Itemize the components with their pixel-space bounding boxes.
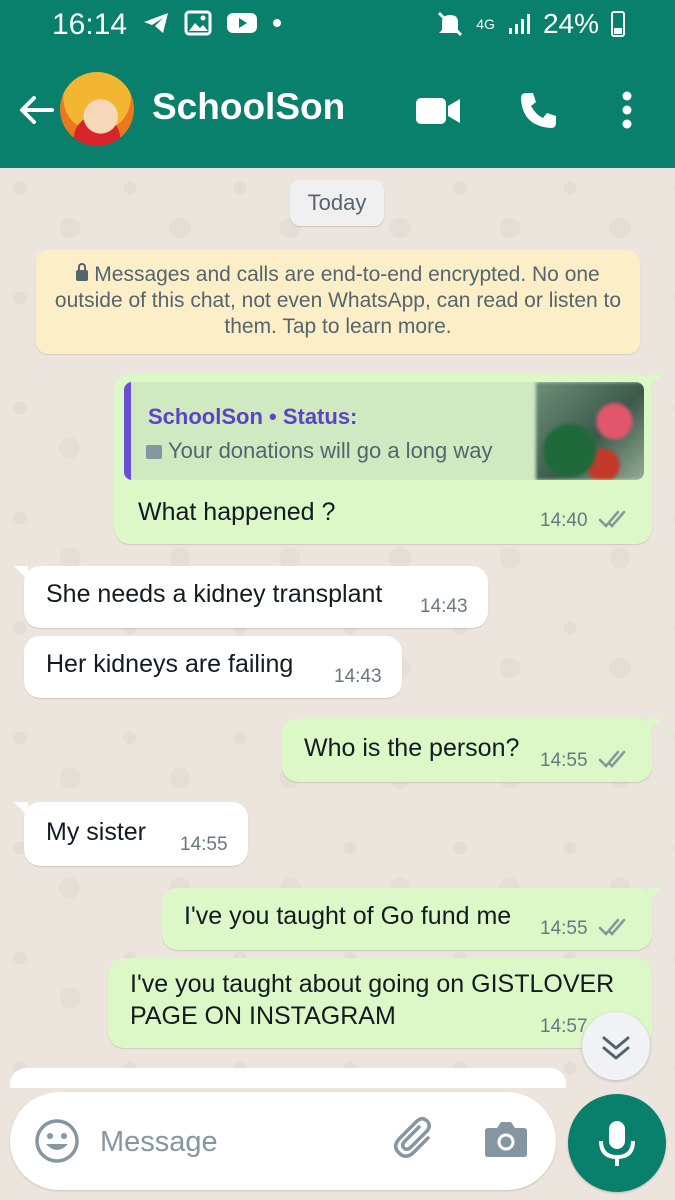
message-text: Who is the person? bbox=[304, 734, 520, 762]
message-time: 14:43 bbox=[420, 596, 468, 617]
bubble-tail bbox=[648, 718, 662, 732]
message-text-line-1: I've you taught about going on GISTLOVER bbox=[130, 970, 615, 998]
mute-icon bbox=[438, 11, 463, 37]
message-input[interactable] bbox=[98, 1116, 372, 1168]
message-time: 14:57 bbox=[540, 1016, 588, 1037]
double-chevron-down-icon bbox=[602, 1036, 630, 1060]
status-thumbnail bbox=[536, 382, 644, 480]
message-bubble-outgoing[interactable]: Who is the person? 14:55 bbox=[282, 718, 662, 782]
status-bar: 16:14 4G 24% bbox=[0, 0, 675, 52]
video-call-icon[interactable] bbox=[416, 96, 460, 126]
quote-sender: SchoolSon • Status: bbox=[148, 404, 358, 429]
message-time: 14:43 bbox=[334, 666, 382, 687]
back-arrow-icon[interactable] bbox=[16, 90, 56, 130]
telegram-icon bbox=[144, 13, 168, 33]
youtube-icon bbox=[227, 13, 257, 33]
message-bubble-incoming-partial[interactable] bbox=[10, 1068, 566, 1088]
message-composer bbox=[10, 1092, 556, 1190]
chat-header: SchoolSon bbox=[0, 52, 675, 168]
camera-icon[interactable] bbox=[484, 1120, 528, 1158]
chat-area[interactable]: Today Messages and calls are end-to-end … bbox=[0, 168, 675, 1088]
read-ticks-icon bbox=[598, 510, 626, 528]
more-options-icon[interactable] bbox=[620, 90, 634, 130]
bubble-tail bbox=[648, 374, 662, 388]
read-ticks-icon bbox=[598, 918, 626, 936]
message-text: Her kidneys are failing bbox=[46, 650, 294, 678]
message-bubble-incoming[interactable]: My sister 14:55 bbox=[14, 802, 248, 866]
message-bubble-outgoing[interactable]: I've you taught of Go fund me 14:55 bbox=[162, 888, 662, 950]
message-bubble-outgoing[interactable]: I've you taught about going on GISTLOVER… bbox=[108, 958, 652, 1048]
scroll-to-bottom-button[interactable] bbox=[582, 1012, 650, 1080]
status-reply-quote[interactable]: SchoolSon • Status: Your donations will … bbox=[124, 382, 644, 480]
signal-icon bbox=[508, 14, 530, 34]
mic-button[interactable] bbox=[568, 1094, 666, 1192]
encryption-notice-text: Messages and calls are end-to-end encryp… bbox=[54, 263, 622, 338]
message-time: 14:55 bbox=[540, 750, 588, 771]
message-text-line-2: PAGE ON INSTAGRAM bbox=[130, 1002, 396, 1030]
battery-percent: 24% bbox=[542, 8, 599, 39]
microphone-icon bbox=[599, 1121, 635, 1166]
quote-accent-bar bbox=[124, 382, 131, 480]
message-bubble-incoming[interactable]: Her kidneys are failing 14:43 bbox=[24, 636, 402, 698]
lock-icon bbox=[76, 263, 89, 281]
quote-caption: Your donations will go a long way bbox=[146, 438, 493, 464]
date-chip: Today bbox=[290, 180, 384, 226]
image-icon bbox=[146, 445, 162, 459]
contact-name[interactable]: SchoolSon bbox=[152, 86, 345, 128]
encryption-notice[interactable]: Messages and calls are end-to-end encryp… bbox=[36, 250, 640, 354]
emoji-icon[interactable] bbox=[34, 1118, 80, 1164]
message-time: 14:40 bbox=[540, 510, 588, 531]
avatar[interactable] bbox=[60, 72, 134, 146]
message-time: 14:55 bbox=[180, 834, 228, 855]
notification-icons bbox=[142, 10, 282, 36]
network-label: 4G bbox=[476, 16, 495, 32]
quote-caption-text: Your donations will go a long way bbox=[168, 438, 493, 463]
message-time: 14:55 bbox=[540, 918, 588, 939]
message-bubble-outgoing[interactable]: SchoolSon • Status: Your donations will … bbox=[114, 374, 662, 544]
battery-icon bbox=[611, 11, 625, 37]
message-bubble-incoming[interactable]: She needs a kidney transplant 14:43 bbox=[14, 566, 488, 628]
bubble-tail bbox=[14, 802, 28, 816]
dot-icon bbox=[273, 19, 281, 27]
message-text: I've you taught of Go fund me bbox=[184, 902, 512, 930]
status-time: 16:14 bbox=[52, 8, 128, 41]
read-ticks-icon bbox=[598, 750, 626, 768]
message-text: What happened ? bbox=[138, 498, 336, 526]
voice-call-icon[interactable] bbox=[518, 90, 558, 130]
gallery-icon bbox=[184, 10, 212, 36]
attach-icon[interactable] bbox=[392, 1116, 438, 1162]
bubble-tail bbox=[14, 566, 28, 580]
message-text: She needs a kidney transplant bbox=[46, 580, 383, 608]
system-icons: 4G 24% bbox=[436, 8, 625, 40]
bubble-tail bbox=[648, 888, 662, 902]
message-text: My sister bbox=[46, 818, 146, 846]
